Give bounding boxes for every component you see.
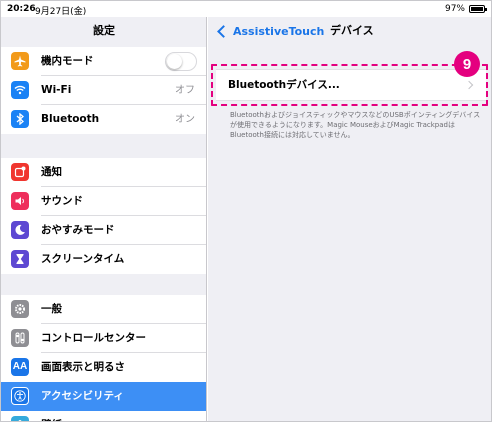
- accessibility-icon: [11, 387, 29, 405]
- bluetooth-devices-footnote: BluetoothおよびジョイスティックやマウスなどのUSBポインティングデバイ…: [230, 111, 481, 139]
- sidebar-item-label: Bluetooth: [41, 113, 100, 125]
- airplane-icon: [11, 52, 29, 70]
- sidebar-item-accessibility[interactable]: アクセシビリティ: [1, 382, 206, 411]
- status-bar: 20:26 9月27日(金) 97%: [1, 1, 491, 17]
- bluetooth-status: オン: [175, 114, 195, 125]
- page-title: デバイス: [330, 24, 374, 37]
- sidebar-item-sounds[interactable]: サウンド: [1, 187, 206, 216]
- airplane-mode-toggle[interactable]: [165, 52, 197, 71]
- moon-icon: [11, 221, 29, 239]
- sidebar-item-label: おやすみモード: [41, 224, 115, 236]
- step-number-badge: 9: [454, 51, 480, 77]
- sidebar-item-bluetooth[interactable]: Bluetooth オン: [1, 105, 206, 134]
- bluetooth-icon: [11, 110, 29, 128]
- chevron-left-icon: [217, 24, 230, 38]
- battery-icon: [469, 5, 487, 13]
- hourglass-icon: [11, 250, 29, 268]
- sidebar-item-wallpaper[interactable]: 壁紙: [1, 411, 206, 421]
- highlight-annotation-box: [211, 64, 488, 106]
- status-time: 20:26: [7, 4, 36, 14]
- sound-icon: [11, 192, 29, 210]
- sidebar-item-label: コントロールセンター: [41, 332, 146, 344]
- sidebar-item-do-not-disturb[interactable]: おやすみモード: [1, 216, 206, 245]
- sidebar-item-general[interactable]: 一般: [1, 295, 206, 324]
- control-center-icon: [11, 329, 29, 347]
- sidebar-item-label: Wi-Fi: [41, 84, 72, 96]
- sidebar-item-label: アクセシビリティ: [41, 390, 124, 402]
- screenshot-frame: 20:26 9月27日(金) 97% 設定 機内モード Wi-Fi オフ Blu…: [0, 0, 492, 422]
- settings-sidebar: 設定 機内モード Wi-Fi オフ Bluetooth オン 通知 サウンド お…: [1, 17, 207, 421]
- sidebar-item-display-brightness[interactable]: AA 画面表示と明るさ: [1, 353, 206, 382]
- wifi-status: オフ: [175, 85, 195, 96]
- sidebar-item-label: スクリーンタイム: [41, 253, 125, 265]
- notification-icon: [11, 163, 29, 181]
- back-button-label: AssistiveTouch: [233, 24, 325, 38]
- sidebar-item-notifications[interactable]: 通知: [1, 158, 206, 187]
- sidebar-item-screen-time[interactable]: スクリーンタイム: [1, 245, 206, 274]
- gear-icon: [11, 300, 29, 318]
- sidebar-item-label: 壁紙: [41, 411, 62, 421]
- display-brightness-icon: AA: [11, 358, 29, 376]
- back-button[interactable]: AssistiveTouch: [216, 22, 324, 40]
- sidebar-title: 設定: [93, 24, 115, 37]
- settings-group-connectivity: 機内モード Wi-Fi オフ Bluetooth オン: [1, 47, 206, 134]
- sidebar-item-label: 一般: [41, 303, 62, 315]
- wallpaper-icon: [11, 416, 29, 421]
- sidebar-item-airplane-mode[interactable]: 機内モード: [1, 47, 206, 76]
- status-date: 9月27日(金): [35, 7, 87, 17]
- sidebar-item-wifi[interactable]: Wi-Fi オフ: [1, 76, 206, 105]
- sidebar-item-control-center[interactable]: コントロールセンター: [1, 324, 206, 353]
- sidebar-item-label: サウンド: [41, 195, 83, 207]
- settings-group-notifications: 通知 サウンド おやすみモード スクリーンタイム: [1, 158, 206, 274]
- wifi-icon: [11, 81, 29, 99]
- settings-group-general: 一般 コントロールセンター AA 画面表示と明るさ アクセシビリティ: [1, 295, 206, 421]
- toggle-knob: [167, 54, 182, 69]
- battery-percent: 97%: [444, 4, 465, 14]
- detail-panel: AssistiveTouch デバイス Bluetoothデバイス... 9 B…: [208, 17, 491, 421]
- sidebar-item-label: 機内モード: [41, 55, 94, 67]
- sidebar-item-label: 通知: [41, 166, 62, 178]
- sidebar-item-label: 画面表示と明るさ: [41, 361, 125, 373]
